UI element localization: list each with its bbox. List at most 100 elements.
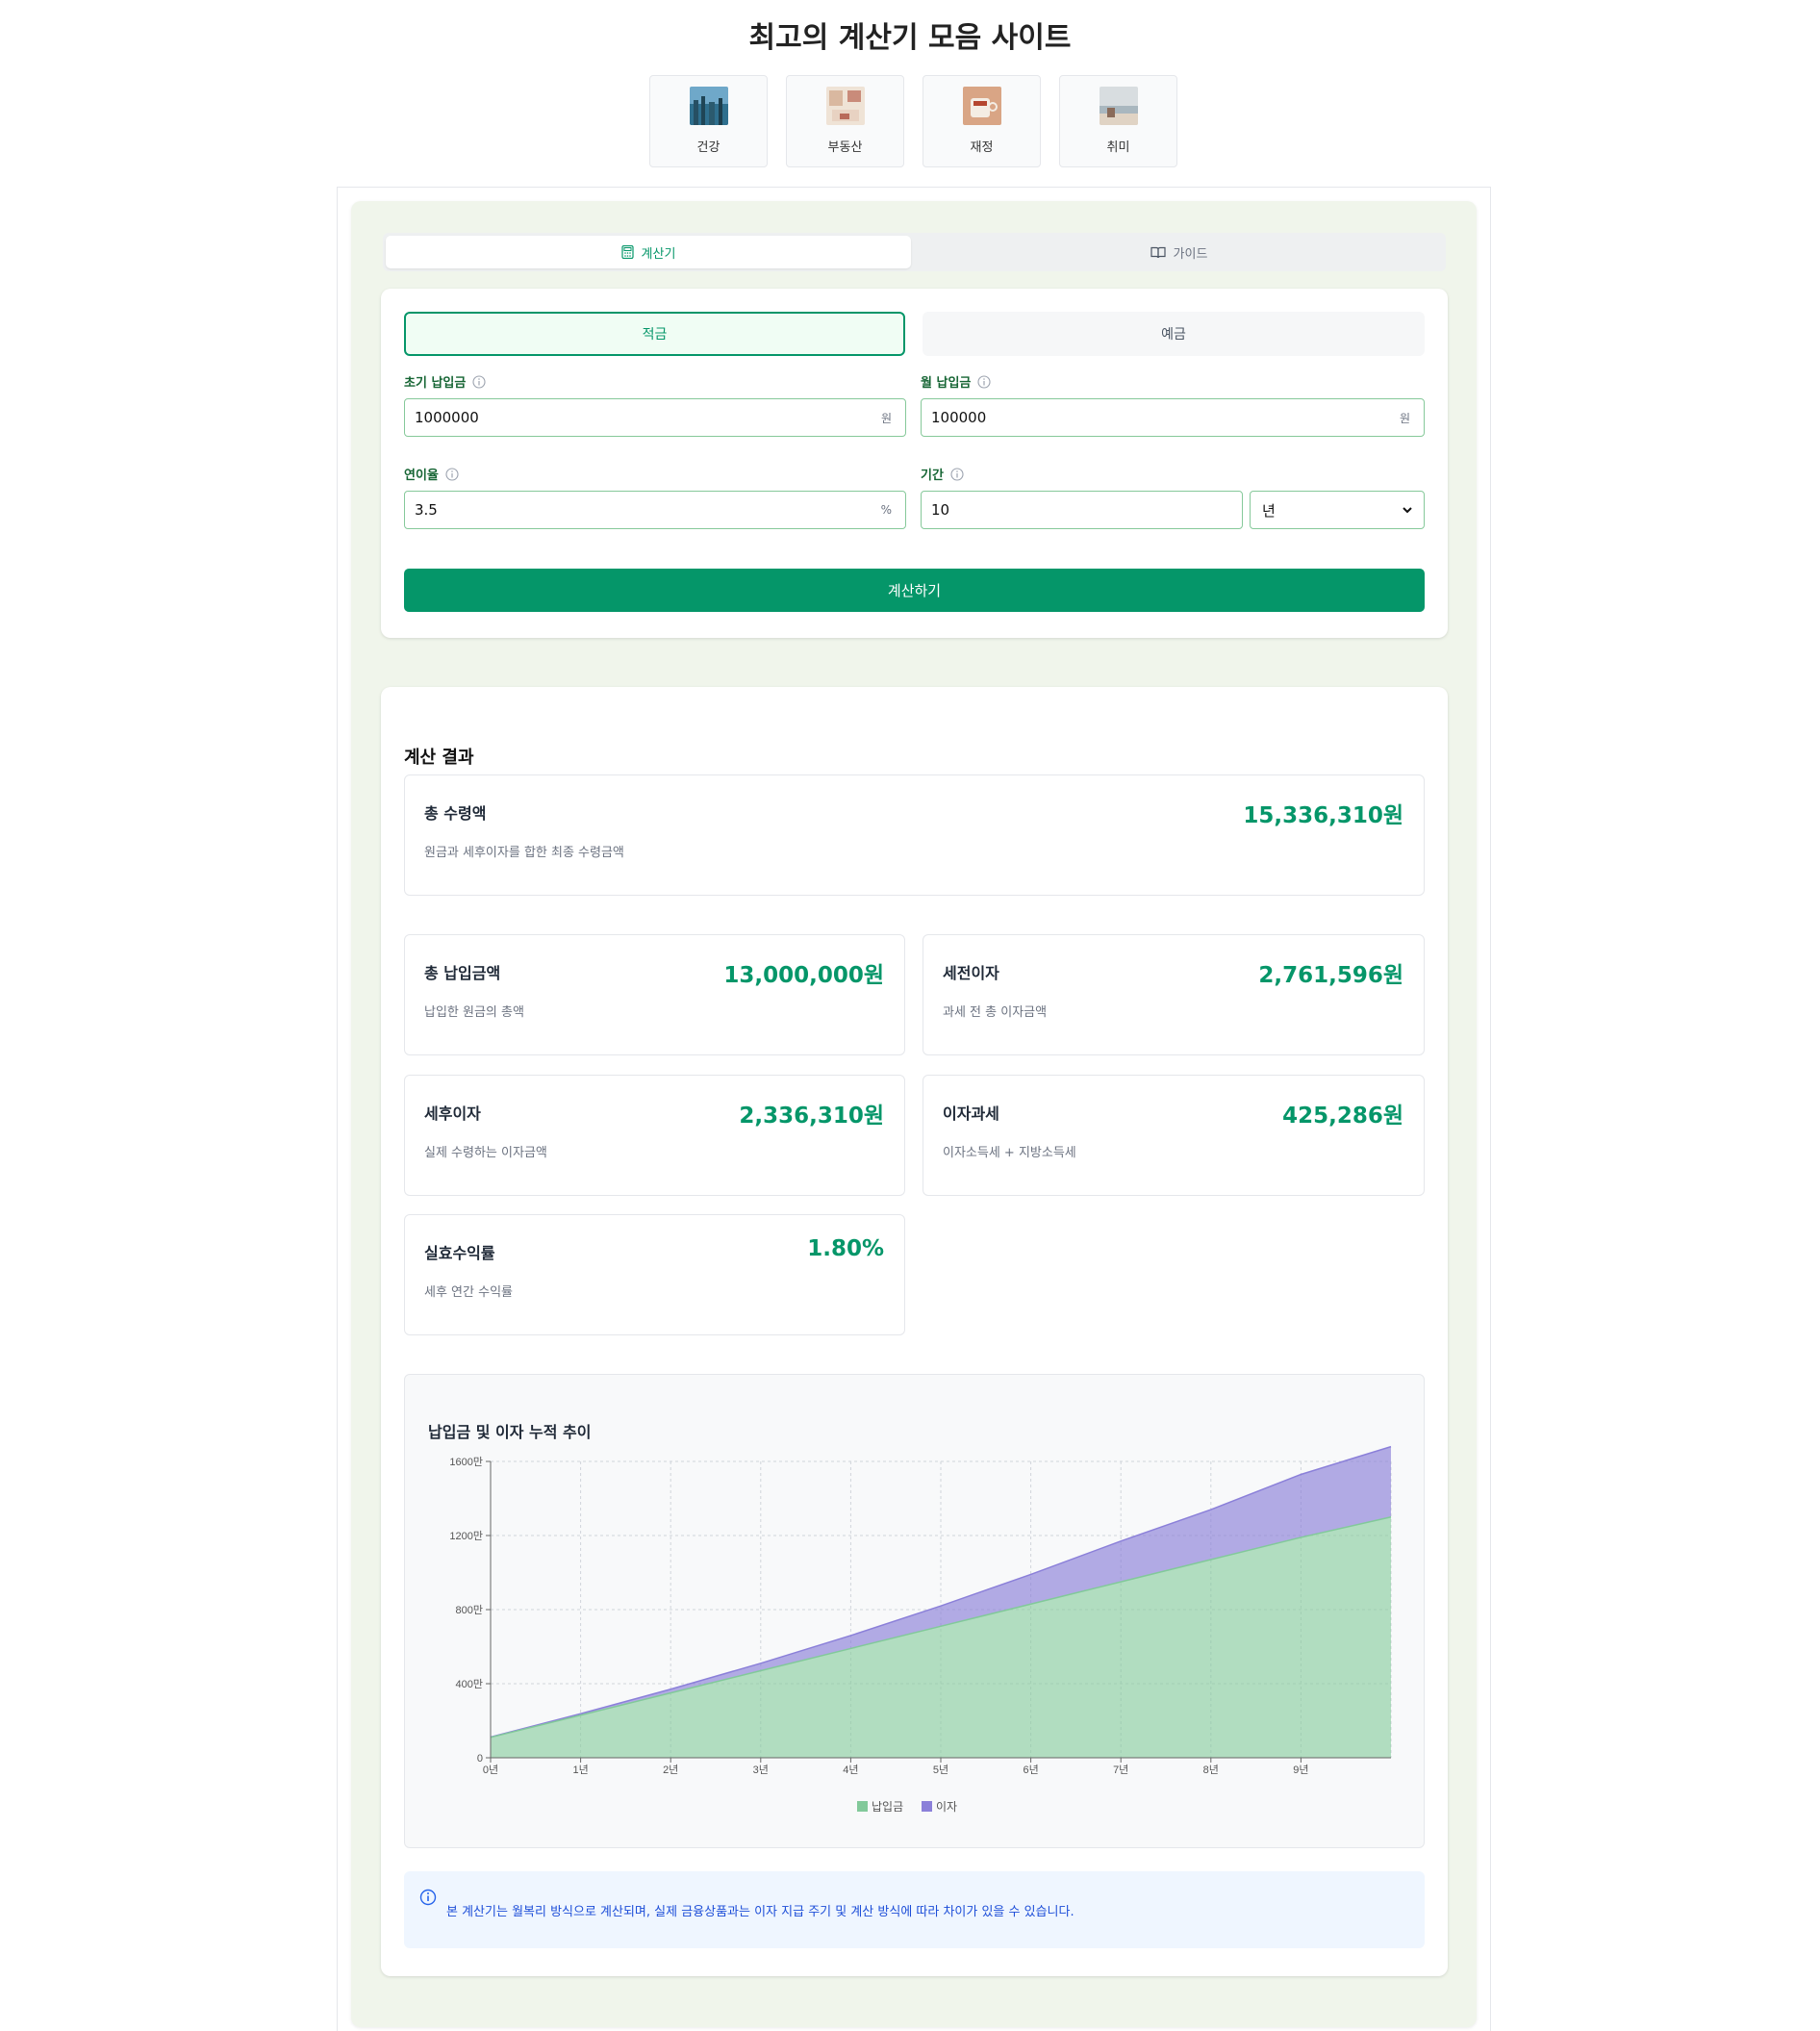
category-hobby[interactable]: 취미 (1059, 75, 1177, 167)
y-tick-label: 0 (477, 1753, 483, 1764)
calculator-panel: 계산기 가이드 적금 예금 초기 납입금 1000000 원 월 납입금 100… (351, 201, 1477, 2027)
monthly-deposit-label-text: 월 납입금 (921, 376, 972, 391)
stat-value: 2,761,596원 (1258, 963, 1403, 988)
stat-value: 425,286원 (1282, 1104, 1403, 1129)
monthly-deposit-value: 100000 (931, 409, 987, 426)
info-icon[interactable] (445, 467, 459, 481)
aftertax-interest-card: 세후이자 2,336,310원 실제 수령하는 이자금액 (404, 1075, 905, 1196)
tab-calculator[interactable]: 계산기 (386, 236, 911, 268)
annual-rate-input[interactable]: 3.5 % (404, 491, 906, 529)
monthly-deposit-label: 월 납입금 (921, 372, 991, 391)
beach-thumbnail (1099, 87, 1138, 125)
info-icon[interactable] (472, 374, 486, 389)
legend-label: 납입금 (872, 1800, 903, 1814)
x-tick-label: 7년 (1113, 1764, 1128, 1776)
stat-value: 1.80% (807, 1236, 884, 1261)
tab-guide-label: 가이드 (1173, 246, 1208, 262)
period-unit-selected: 년 (1262, 501, 1276, 520)
info-icon[interactable] (977, 374, 991, 389)
legend-swatch (857, 1801, 868, 1812)
period-unit-select[interactable]: 년 (1250, 491, 1425, 529)
calculator-icon (620, 245, 634, 259)
stat-description: 세후 연간 수익률 (424, 1285, 513, 1300)
tab-guide[interactable]: 가이드 (915, 236, 1443, 268)
stat-description: 납입한 원금의 총액 (424, 1005, 524, 1020)
initial-deposit-input[interactable]: 1000000 원 (404, 398, 906, 437)
x-tick-label: 9년 (1293, 1764, 1308, 1776)
stat-value: 15,336,310원 (1243, 803, 1403, 828)
book-open-icon (1150, 246, 1166, 258)
annual-rate-unit: % (880, 503, 892, 517)
info-icon[interactable] (950, 467, 964, 481)
monthly-deposit-unit: 원 (1399, 411, 1410, 425)
y-tick-label: 1200만 (449, 1530, 483, 1542)
period-input[interactable]: 10 (921, 491, 1243, 529)
category-label: 취미 (1106, 140, 1130, 155)
result-title: 계산 결과 (404, 748, 474, 768)
stat-label: 실효수익률 (424, 1244, 495, 1262)
x-tick-label: 3년 (753, 1764, 769, 1776)
cumulative-chart: 납입금 및 이자 누적 추이 0 400만 800만 1200만 1600만 0년 1년 2년… (404, 1374, 1425, 1848)
city-skyline-thumbnail (689, 87, 728, 125)
info-icon (419, 1889, 437, 1906)
notice-text: 본 계산기는 월복리 방식으로 계산되며, 실제 금융상품과는 이자 지급 주기… (446, 1905, 1074, 1919)
coffee-cup-thumbnail (962, 87, 1001, 125)
total-receipt-card: 총 수령액 15,336,310원 원금과 세후이자를 합한 최종 수령금액 (404, 774, 1425, 896)
stat-value: 2,336,310원 (739, 1104, 884, 1129)
chevron-down-icon (1403, 507, 1412, 514)
interior-thumbnail (825, 87, 865, 125)
chart-svg: 0 400만 800만 1200만 1600만 0년 1년 2년 3년 4년 5년 6년 7년 8년 9년납… (449, 1445, 1392, 1814)
site-title: 최고의 계산기 모음 사이트 (748, 21, 1072, 55)
input-form: 적금 예금 초기 납입금 1000000 원 월 납입금 100000 원 연이… (381, 289, 1448, 638)
category-real-estate[interactable]: 부동산 (786, 75, 904, 167)
category-label: 부동산 (827, 140, 863, 155)
initial-deposit-label-text: 초기 납입금 (404, 376, 467, 391)
annual-rate-label: 연이율 (404, 465, 459, 483)
category-label: 재정 (970, 140, 994, 155)
category-health[interactable]: 건강 (649, 75, 768, 167)
tab-bar: 계산기 가이드 (383, 233, 1446, 271)
y-tick-label: 800만 (456, 1604, 483, 1616)
annual-rate-value: 3.5 (415, 501, 438, 519)
stat-label: 이자과세 (943, 1104, 999, 1123)
notice-box: 본 계산기는 월복리 방식으로 계산되며, 실제 금융상품과는 이자 지급 주기… (404, 1871, 1425, 1948)
x-tick-label: 2년 (663, 1764, 678, 1776)
x-tick-label: 0년 (483, 1764, 498, 1776)
mode-deposit-button[interactable]: 예금 (923, 312, 1425, 356)
y-tick-label: 1600만 (449, 1456, 483, 1468)
stat-description: 실제 수령하는 이자금액 (424, 1146, 547, 1160)
period-label-text: 기간 (921, 469, 944, 483)
tab-calculator-label: 계산기 (641, 246, 676, 262)
category-label: 건강 (696, 140, 720, 155)
total-paid-card: 총 납입금액 13,000,000원 납입한 원금의 총액 (404, 934, 905, 1055)
initial-deposit-unit: 원 (880, 411, 892, 425)
x-tick-label: 6년 (1023, 1764, 1038, 1776)
stat-label: 총 납입금액 (424, 964, 501, 982)
initial-deposit-label: 초기 납입금 (404, 372, 486, 391)
period-value: 10 (931, 501, 950, 519)
calculate-button[interactable]: 계산하기 (404, 569, 1425, 612)
mode-savings-button[interactable]: 적금 (404, 312, 905, 356)
annual-rate-label-text: 연이율 (404, 469, 439, 483)
legend-swatch (922, 1801, 932, 1812)
monthly-deposit-input[interactable]: 100000 원 (921, 398, 1425, 437)
x-tick-label: 8년 (1203, 1764, 1219, 1776)
category-finance[interactable]: 재정 (923, 75, 1041, 167)
initial-deposit-value: 1000000 (415, 409, 479, 426)
pretax-interest-card: 세전이자 2,761,596원 과세 전 총 이자금액 (923, 934, 1425, 1055)
category-nav: 건강 부동산 재정 취미 (649, 75, 1177, 167)
effective-yield-card: 실효수익률 1.80% 세후 연간 수익률 (404, 1214, 905, 1335)
period-label: 기간 (921, 465, 964, 483)
interest-tax-card: 이자과세 425,286원 이자소득세 + 지방소득세 (923, 1075, 1425, 1196)
x-tick-label: 1년 (572, 1764, 588, 1776)
stat-description: 과세 전 총 이자금액 (943, 1005, 1048, 1020)
stat-label: 총 수령액 (424, 804, 487, 823)
y-tick-label: 400만 (456, 1678, 483, 1690)
area-payments (491, 1516, 1391, 1758)
legend-label: 이자 (936, 1800, 957, 1814)
x-tick-label: 4년 (843, 1764, 858, 1776)
stat-label: 세후이자 (424, 1104, 481, 1123)
calculator-container: 계산기 가이드 적금 예금 초기 납입금 1000000 원 월 납입금 100… (337, 187, 1491, 2031)
stat-value: 13,000,000원 (723, 963, 884, 988)
stat-label: 세전이자 (943, 964, 999, 982)
